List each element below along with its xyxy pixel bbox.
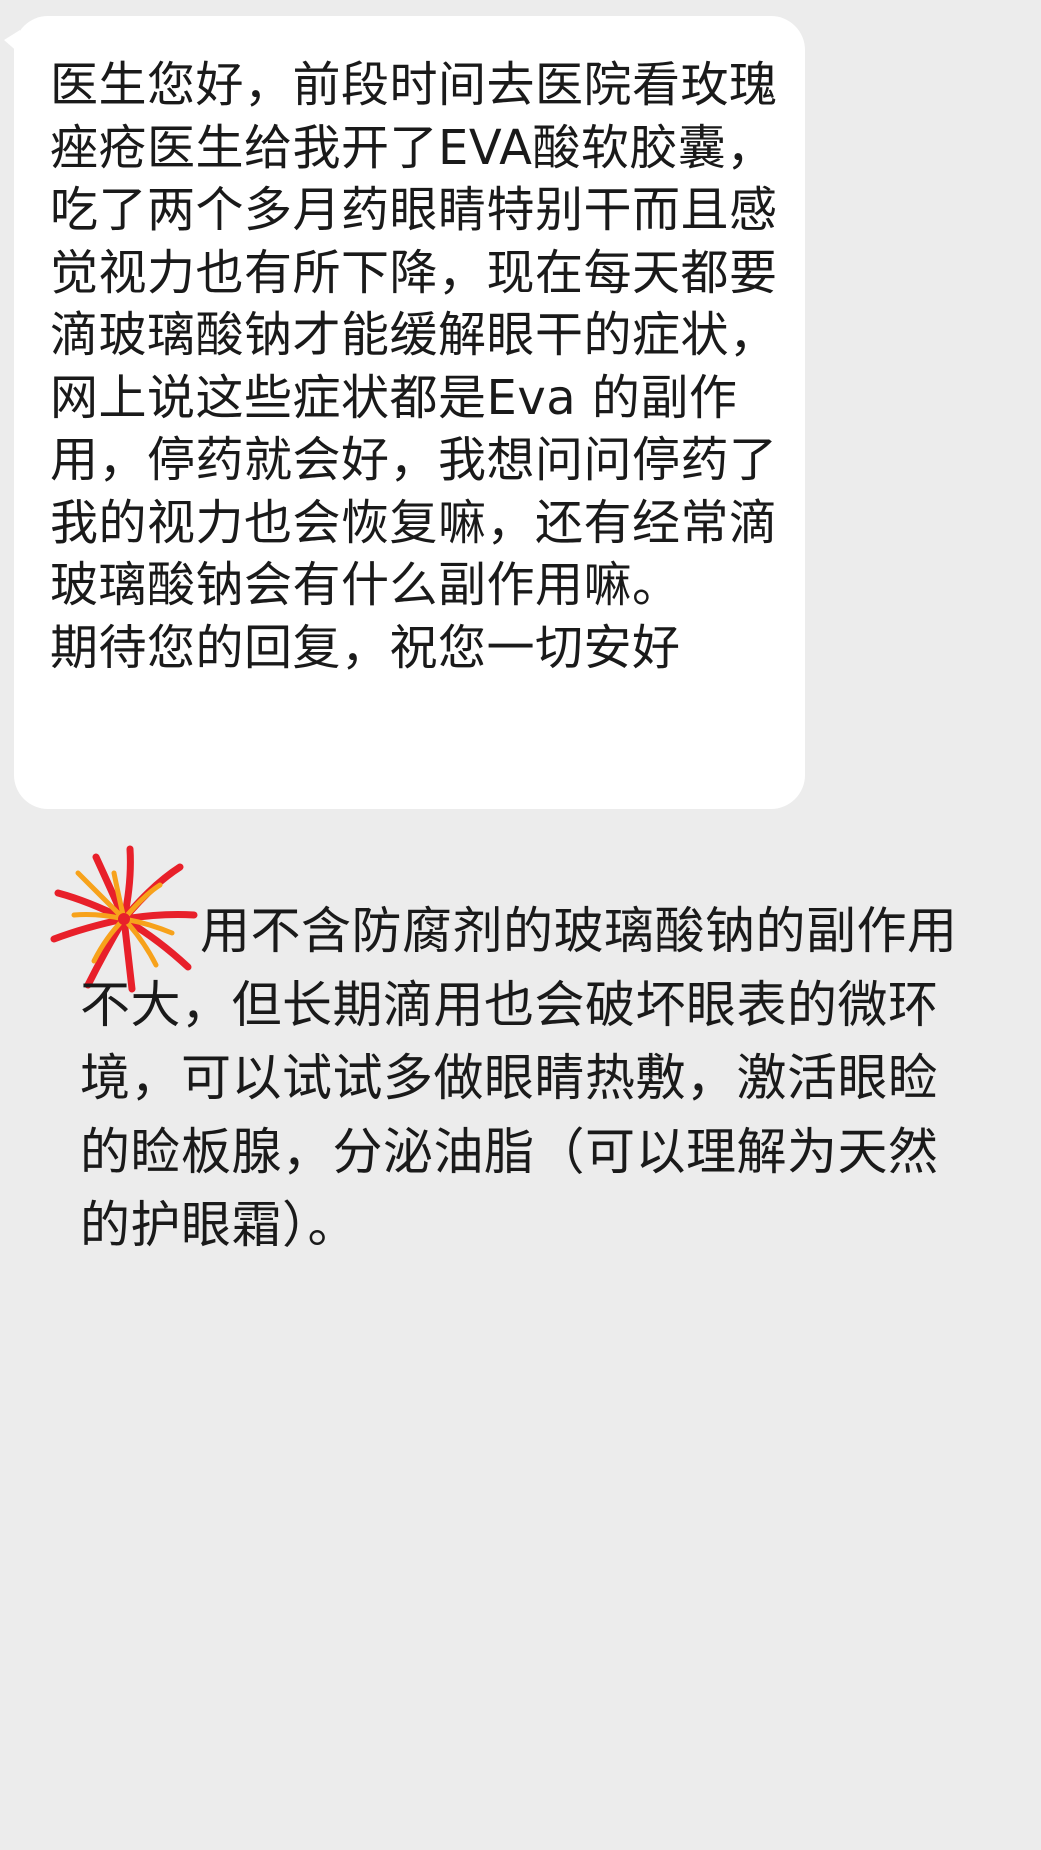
reply-text: 用不含防腐剂的玻璃酸钠的副作用不大，但长期滴用也会破坏眼表的微环境，可以试试多做… — [80, 895, 980, 1263]
message-text: 医生您好，前段时间去医院看玫瑰痤疮医生给我开了EVA酸软胶囊，吃了两个多月药眼睛… — [50, 54, 790, 679]
bubble-tail — [4, 30, 20, 54]
reply-body: 用不含防腐剂的玻璃酸钠的副作用不大，但长期滴用也会破坏眼表的微环境，可以试试多做… — [80, 902, 958, 1254]
message-paragraph-1: 医生您好，前段时间去医院看玫瑰痤疮医生给我开了EVA酸软胶囊，吃了两个多月药眼睛… — [50, 57, 778, 613]
message-bubble[interactable]: 医生您好，前段时间去医院看玫瑰痤疮医生给我开了EVA酸软胶囊，吃了两个多月药眼睛… — [14, 16, 805, 809]
message-paragraph-2: 期待您的回复，祝您一切安好 — [50, 619, 681, 676]
